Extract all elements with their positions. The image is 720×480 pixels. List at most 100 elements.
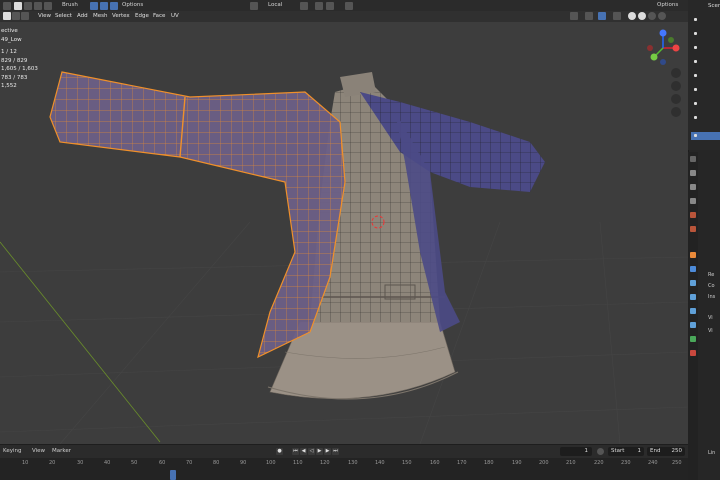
tick-label: 230: [621, 460, 631, 466]
pan-icon[interactable]: [671, 81, 681, 91]
select-mode-icon[interactable]: [34, 2, 42, 10]
object-tab-icon[interactable]: [690, 252, 696, 258]
properties-section-label[interactable]: Co: [708, 283, 715, 289]
play-icon[interactable]: ▶: [316, 448, 323, 455]
start-frame-field[interactable]: Start 1: [608, 447, 644, 456]
edge-select-icon[interactable]: [12, 12, 20, 20]
transform-orientation-dropdown[interactable]: Local: [268, 1, 282, 10]
vertex-select-icon[interactable]: [3, 12, 11, 20]
camera-view-icon[interactable]: [671, 94, 681, 104]
constraints-tab-icon[interactable]: [690, 308, 696, 314]
solid-shading-icon[interactable]: [638, 12, 646, 20]
physics-tab-icon[interactable]: [690, 294, 696, 300]
end-frame-field[interactable]: End 250: [647, 447, 685, 456]
properties-section-label[interactable]: Re: [708, 272, 714, 278]
snap-icon[interactable]: [315, 2, 323, 10]
outliner-row[interactable]: [691, 58, 720, 65]
tick-label: 10: [22, 460, 29, 466]
properties-section-label[interactable]: Vi: [708, 328, 713, 334]
properties-section-label[interactable]: Lin: [708, 450, 715, 456]
3d-viewport[interactable]: [0, 22, 688, 444]
select-mode-icon[interactable]: [44, 2, 52, 10]
start-label: Start: [611, 448, 625, 454]
outliner-row-selected[interactable]: [691, 132, 720, 140]
outliner-row[interactable]: [691, 72, 720, 79]
collection-icon: [694, 46, 697, 49]
collection-icon: [694, 32, 697, 35]
timeline-menu-marker[interactable]: Marker: [52, 448, 71, 454]
options-dropdown[interactable]: Options: [657, 1, 678, 10]
transform-orientation-icon[interactable]: [250, 2, 258, 10]
output-tab-icon[interactable]: [690, 184, 696, 190]
snap-target-icon[interactable]: [326, 2, 334, 10]
perspective-toggle-icon[interactable]: [671, 107, 681, 117]
outliner-row[interactable]: [691, 44, 720, 51]
tick-label: 100: [266, 460, 276, 466]
rendered-shading-icon[interactable]: [658, 12, 666, 20]
overlay-toggle-icon[interactable]: [598, 12, 606, 20]
outliner-row[interactable]: [691, 100, 720, 107]
xray-icon[interactable]: [613, 12, 621, 20]
menu-uv[interactable]: UV: [171, 12, 179, 21]
data-tab-icon[interactable]: [690, 322, 696, 328]
menu-view[interactable]: View: [38, 12, 51, 21]
wireframe-shading-icon[interactable]: [628, 12, 636, 20]
view-layer-tab-icon[interactable]: [690, 198, 696, 204]
play-reverse-icon[interactable]: ◁: [308, 448, 315, 455]
prev-keyframe-icon[interactable]: ◀: [300, 448, 307, 455]
mirror-z-icon[interactable]: [110, 2, 118, 10]
timeline-menu-view[interactable]: View: [32, 448, 45, 454]
outliner-row[interactable]: [691, 30, 720, 37]
timeline-menu-keying[interactable]: Keying: [3, 448, 21, 454]
properties-tabs: [688, 152, 698, 480]
tick-label: 150: [402, 460, 412, 466]
select-box-icon[interactable]: [14, 2, 22, 10]
select-mode-icon[interactable]: [24, 2, 32, 10]
tick-label: 20: [49, 460, 56, 466]
material-shading-icon[interactable]: [648, 12, 656, 20]
mirror-y-icon[interactable]: [100, 2, 108, 10]
menu-select[interactable]: Select: [55, 12, 72, 21]
scene-tab-icon[interactable]: [690, 212, 696, 218]
properties-section-label[interactable]: Ins: [708, 294, 715, 300]
modifier-tab-icon[interactable]: [690, 266, 696, 272]
next-keyframe-icon[interactable]: ▶: [324, 448, 331, 455]
properties-section-label[interactable]: Vi: [708, 315, 713, 321]
pivot-icon[interactable]: [300, 2, 308, 10]
clock-icon[interactable]: [597, 448, 604, 455]
proportional-edit-icon[interactable]: [345, 2, 353, 10]
record-icon[interactable]: ●: [276, 448, 283, 455]
mirror-x-icon[interactable]: [90, 2, 98, 10]
menu-mesh[interactable]: Mesh: [93, 12, 107, 21]
visibility-icon[interactable]: [570, 12, 578, 20]
collection-icon: [694, 116, 697, 119]
material-tab-icon[interactable]: [690, 350, 696, 356]
y-axis-line: [0, 241, 161, 443]
outliner-row[interactable]: [691, 114, 720, 121]
x-axis-icon: [672, 44, 680, 52]
world-tab-icon[interactable]: [690, 226, 696, 232]
menu-edge[interactable]: Edge: [135, 12, 149, 21]
zoom-icon[interactable]: [671, 68, 681, 78]
tool-options-dropdown[interactable]: Options: [122, 1, 143, 10]
menu-add[interactable]: Add: [77, 12, 88, 21]
particles-tab-icon[interactable]: [690, 280, 696, 286]
z-axis-icon: [659, 29, 667, 37]
outliner-row[interactable]: [691, 16, 720, 23]
tick-label: 60: [159, 460, 166, 466]
render-tab-icon[interactable]: [690, 170, 696, 176]
editor-type-icon[interactable]: [3, 2, 11, 10]
menu-face[interactable]: Face: [153, 12, 165, 21]
current-frame-field[interactable]: 1: [560, 447, 592, 456]
mesh-data-tab-icon[interactable]: [690, 336, 696, 342]
tool-tab-icon[interactable]: [690, 156, 696, 162]
navigation-gizmo[interactable]: [643, 28, 683, 68]
jump-end-icon[interactable]: ⏭: [332, 448, 339, 455]
outliner-row[interactable]: [691, 86, 720, 93]
menu-vertex[interactable]: Vertex: [112, 12, 130, 21]
face-select-icon[interactable]: [21, 12, 29, 20]
gizmo-toggle-icon[interactable]: [585, 12, 593, 20]
jump-start-icon[interactable]: ⏮: [292, 448, 299, 455]
playhead[interactable]: [170, 470, 176, 480]
tick-label: 160: [430, 460, 440, 466]
